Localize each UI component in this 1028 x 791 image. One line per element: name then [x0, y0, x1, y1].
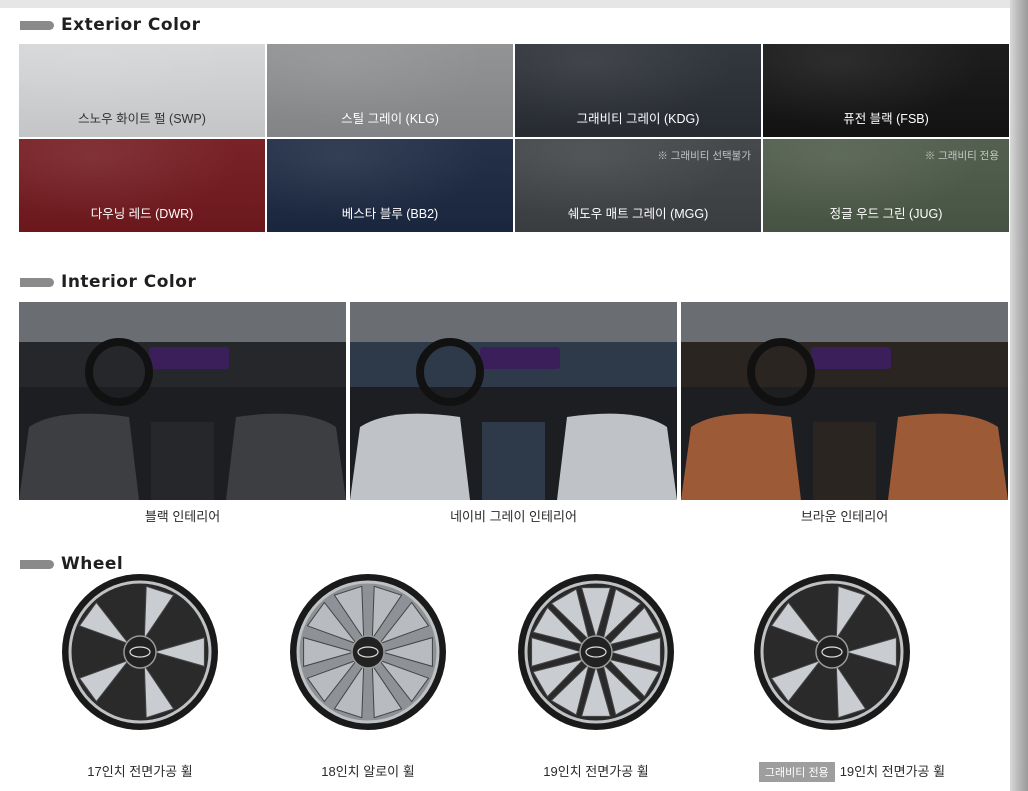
color-swatch-jug[interactable]: ※ 그래비티 전용 정글 우드 그린 (JUG) — [763, 139, 1009, 232]
section-marker — [20, 277, 54, 287]
wheel-image-19[interactable] — [516, 572, 676, 732]
interior-image-brown[interactable] — [681, 302, 1008, 500]
swatch-label: 그래비티 그레이 (KDG) — [576, 112, 700, 126]
interior-label: 네이비 그레이 인테리어 — [450, 509, 577, 524]
wheel-illustration — [290, 574, 446, 730]
page-edge — [1010, 0, 1028, 791]
interior-label: 블랙 인테리어 — [144, 509, 221, 524]
section-marker — [20, 559, 54, 569]
wheel-image-18[interactable] — [288, 572, 448, 732]
wheel-label: 19인치 전면가공 휠 — [543, 764, 649, 779]
color-swatch-kdg[interactable]: 그래비티 그레이 (KDG) — [515, 44, 761, 137]
swatch-label: 쉐도우 매트 그레이 (MGG) — [567, 207, 709, 221]
wheel-label-text: 19인치 전면가공 휠 — [839, 764, 946, 779]
interior-image-row — [19, 302, 1009, 500]
swatch-note: ※ 그래비티 전용 — [924, 150, 999, 162]
interior-illustration — [681, 302, 1008, 500]
wheel-illustration — [62, 574, 218, 730]
center-console — [813, 422, 876, 500]
center-console — [151, 422, 214, 500]
interior-illustration — [19, 302, 346, 500]
exterior-title: Exterior Color — [61, 15, 201, 35]
interior-labels: 블랙 인테리어 네이비 그레이 인테리어 브라운 인테리어 — [19, 506, 1009, 525]
wheel-label-gravity: 그래비티 전용 19인치 전면가공 휠 — [742, 761, 962, 782]
interior-title: Interior Color — [61, 272, 197, 292]
wheel-hub — [123, 635, 157, 669]
swatch-note: ※ 그래비티 선택불가 — [657, 150, 751, 162]
interior-section-title: Interior Color — [20, 270, 196, 294]
color-swatch-mgg[interactable]: ※ 그래비티 선택불가 쉐도우 매트 그레이 (MGG) — [515, 139, 761, 232]
left-seat — [681, 413, 801, 500]
color-swatch-dwr[interactable]: 다우닝 레드 (DWR) — [19, 139, 265, 232]
gravity-only-badge: 그래비티 전용 — [758, 762, 835, 782]
right-seat — [888, 413, 1008, 500]
swatch-label: 스노우 화이트 펄 (SWP) — [78, 112, 206, 126]
wheel-image-17[interactable] — [60, 572, 220, 732]
wheel-hub — [351, 635, 385, 669]
swatch-label: 베스타 블루 (BB2) — [341, 207, 439, 221]
display-screen — [149, 347, 229, 369]
swatch-label: 퓨전 블랙 (FSB) — [843, 112, 929, 126]
color-swatch-klg[interactable]: 스틸 그레이 (KLG) — [267, 44, 513, 137]
interior-label: 브라운 인테리어 — [800, 509, 889, 524]
exterior-color-grid: 스노우 화이트 펄 (SWP) 스틸 그레이 (KLG) 그래비티 그레이 (K… — [19, 44, 1009, 232]
display-screen — [811, 347, 891, 369]
top-border — [0, 0, 1028, 8]
exterior-section-title: Exterior Color — [20, 13, 200, 37]
color-swatch-swp[interactable]: 스노우 화이트 펄 (SWP) — [19, 44, 265, 137]
wheel-label: 17인치 전면가공 휠 — [87, 764, 193, 779]
swatch-label: 정글 우드 그린 (JUG) — [829, 207, 943, 221]
swatch-label: 스틸 그레이 (KLG) — [341, 112, 439, 126]
wheel-image-19-gravity[interactable] — [752, 572, 912, 732]
wheel-title: Wheel — [61, 554, 124, 574]
left-seat — [350, 413, 470, 500]
wheel-hub — [579, 635, 613, 669]
wheel-hub — [815, 635, 849, 669]
color-swatch-fsb[interactable]: 퓨전 블랙 (FSB) — [763, 44, 1009, 137]
wheel-label: 18인치 알로이 휠 — [321, 764, 415, 779]
left-seat — [19, 413, 139, 500]
right-seat — [557, 413, 677, 500]
windshield — [19, 302, 346, 342]
windshield — [681, 302, 1008, 342]
interior-illustration — [350, 302, 677, 500]
windshield — [350, 302, 677, 342]
section-marker — [20, 20, 54, 30]
wheel-illustration — [754, 574, 910, 730]
center-console — [482, 422, 545, 500]
wheel-illustration — [518, 574, 674, 730]
interior-image-black[interactable] — [19, 302, 346, 500]
right-seat — [226, 413, 346, 500]
color-swatch-bb2[interactable]: 베스타 블루 (BB2) — [267, 139, 513, 232]
interior-image-navy-gray[interactable] — [350, 302, 677, 500]
display-screen — [480, 347, 560, 369]
swatch-label: 다우닝 레드 (DWR) — [90, 207, 194, 221]
